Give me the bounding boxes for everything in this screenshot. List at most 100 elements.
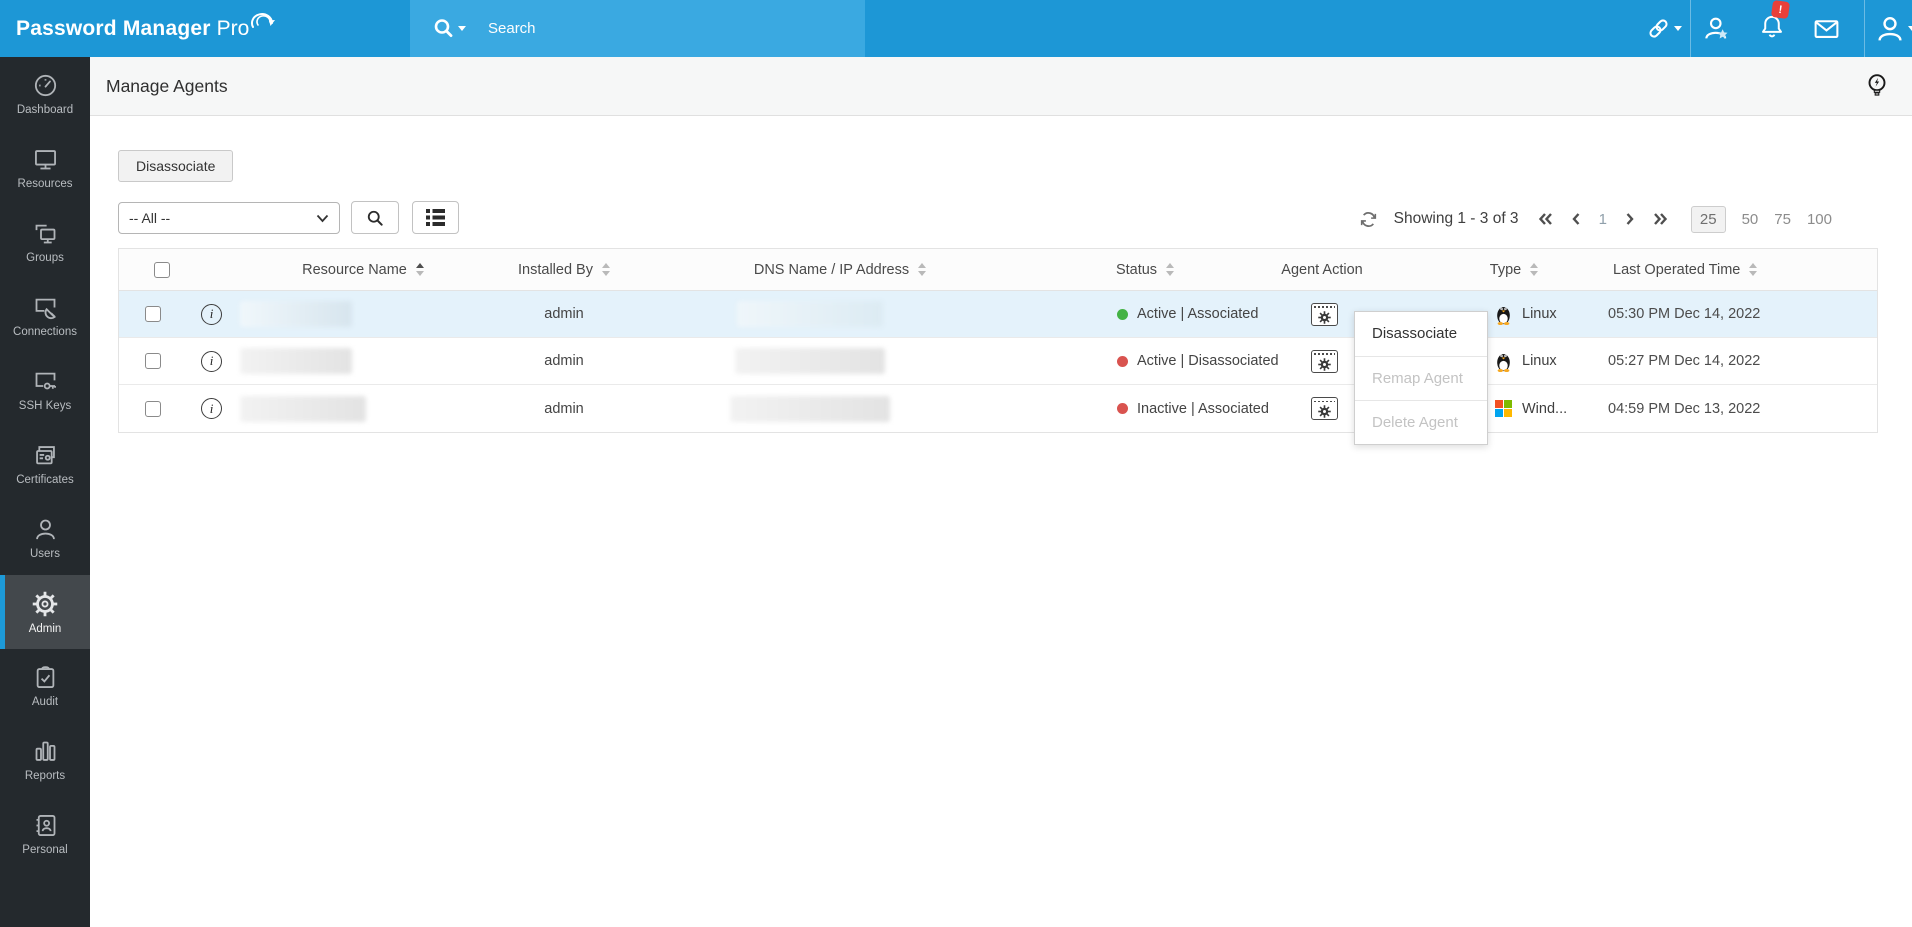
page-size-50[interactable]: 50 <box>1742 211 1759 228</box>
last-operated-cell: 05:30 PM Dec 14, 2022 <box>1608 306 1761 322</box>
sidebar-item-audit[interactable]: Audit <box>0 649 90 723</box>
sort-icon[interactable] <box>415 263 424 276</box>
gear-icon <box>1317 405 1331 418</box>
search-icon <box>367 210 383 226</box>
type-cell: Linux <box>1522 353 1557 369</box>
current-page-number[interactable]: 1 <box>1599 211 1607 228</box>
header-installed-by[interactable]: Installed By <box>459 262 669 278</box>
notifications-bell-icon[interactable]: ! <box>1758 0 1791 57</box>
agent-action-gear-button[interactable] <box>1310 397 1338 420</box>
sidebar-item-label: Groups <box>26 252 64 264</box>
sidebar-item-resources[interactable]: Resources <box>0 131 90 205</box>
info-icon[interactable]: i <box>201 350 222 372</box>
page-size-100[interactable]: 100 <box>1807 211 1832 228</box>
list-icon <box>426 209 445 226</box>
status-dot <box>1117 403 1128 414</box>
quick-link-caret-icon <box>1674 26 1682 31</box>
select-all-checkbox[interactable] <box>154 261 170 278</box>
search-scope-icon[interactable] <box>432 17 466 41</box>
sort-icon[interactable] <box>1749 263 1758 276</box>
menu-item-delete-agent: Delete Agent <box>1355 400 1487 444</box>
header-dns[interactable]: DNS Name / IP Address <box>669 262 1011 278</box>
installed-by-cell: admin <box>544 306 584 322</box>
sidebar-item-label: Connections <box>13 326 77 338</box>
header-resource-name[interactable]: Resource Name <box>179 262 459 278</box>
header-last-operated-time[interactable]: Last Operated Time <box>1589 262 1879 278</box>
personal-icon <box>36 815 55 836</box>
table-row[interactable]: i admin Inactive | Associated Wind... 04… <box>119 385 1877 432</box>
sidebar-item-connections[interactable]: Connections <box>0 279 90 353</box>
sort-icon[interactable] <box>918 263 927 276</box>
agent-action-gear-button[interactable] <box>1310 302 1338 326</box>
header-status[interactable]: Status <box>1011 262 1279 278</box>
sidebar-item-label: SSH Keys <box>18 400 72 412</box>
first-page-icon[interactable] <box>1538 212 1553 226</box>
installed-by-cell: admin <box>544 353 584 369</box>
sidebar-item-users[interactable]: Users <box>0 501 90 575</box>
agents-table: Resource Name Installed By DNS Name / IP… <box>118 248 1878 433</box>
windows-logo-icon <box>1495 400 1512 417</box>
chevron-down-icon <box>316 214 329 222</box>
filter-dropdown[interactable]: -- All -- <box>118 202 340 234</box>
menu-item-remap-agent: Remap Agent <box>1355 356 1487 400</box>
header-type[interactable]: Type <box>1409 262 1589 278</box>
sidebar-item-certificates[interactable]: Certificates <box>0 427 90 501</box>
sidebar-item-label: Audit <box>31 696 59 708</box>
table-row[interactable]: i admin Active | Associated Linux 05:30 … <box>119 291 1877 338</box>
header-agent-action: Agent Action <box>1281 261 1363 278</box>
sidebar-item-label: Dashboard <box>16 104 74 116</box>
app-logo[interactable]: Password Manager Pro <box>16 0 276 57</box>
sidebar-item-reports[interactable]: Reports <box>0 723 90 797</box>
prev-page-icon[interactable] <box>1571 212 1581 226</box>
menu-item-disassociate[interactable]: Disassociate <box>1355 312 1487 356</box>
sidebar-nav: Dashboard Resources Groups Connections S… <box>0 57 90 927</box>
type-cell: Linux <box>1522 306 1557 322</box>
last-operated-cell: 04:59 PM Dec 13, 2022 <box>1608 400 1761 417</box>
mail-icon[interactable] <box>1812 0 1841 57</box>
next-page-icon[interactable] <box>1625 212 1635 226</box>
filter-value: -- All -- <box>129 210 171 226</box>
sidebar-item-ssh-keys[interactable]: SSH Keys <box>0 353 90 427</box>
linux-tux-icon <box>1497 306 1510 325</box>
sort-icon[interactable] <box>601 263 610 276</box>
row-checkbox[interactable] <box>145 306 161 322</box>
resource-name-redacted <box>240 301 352 327</box>
audit-icon <box>36 666 54 688</box>
sidebar-item-admin[interactable]: Admin <box>0 575 90 649</box>
sidebar-item-personal[interactable]: Personal <box>0 797 90 871</box>
page-header: Manage Agents <box>90 57 1912 116</box>
logo-suffix: Pro <box>216 16 250 40</box>
sidebar-item-dashboard[interactable]: Dashboard <box>0 57 90 131</box>
resource-name-redacted <box>240 348 352 374</box>
favorites-user-icon[interactable] <box>1702 0 1732 57</box>
sidebar-item-label: Certificates <box>16 474 74 486</box>
sidebar-item-groups[interactable]: Groups <box>0 205 90 279</box>
info-icon[interactable]: i <box>201 398 222 419</box>
refresh-icon[interactable] <box>1358 209 1379 230</box>
agent-action-context-menu: Disassociate Remap Agent Delete Agent <box>1354 311 1488 445</box>
search-button[interactable] <box>351 201 399 234</box>
info-icon[interactable]: i <box>201 303 222 325</box>
agent-action-gear-button[interactable] <box>1310 349 1338 373</box>
global-search[interactable]: Search <box>410 0 865 57</box>
pagination: Showing 1 - 3 of 3 1 25 50 75 100 <box>1358 203 1832 235</box>
help-bulb-icon[interactable] <box>1864 72 1890 102</box>
quick-link-icon[interactable] <box>1645 0 1682 57</box>
last-page-icon[interactable] <box>1653 212 1668 226</box>
table-row[interactable]: i admin Active | Disassociated Linux 05:… <box>119 338 1877 385</box>
topbar-divider <box>1690 0 1691 57</box>
profile-user-icon[interactable] <box>1874 0 1912 57</box>
row-checkbox[interactable] <box>145 353 161 369</box>
admin-gear-icon <box>32 591 58 616</box>
page-size-75[interactable]: 75 <box>1774 211 1791 228</box>
status-cell: Active | Disassociated <box>1011 353 1279 369</box>
sort-icon[interactable] <box>1530 263 1539 276</box>
search-input[interactable]: Search <box>488 20 536 37</box>
column-chooser-button[interactable] <box>412 201 459 234</box>
gear-icon <box>1317 357 1331 371</box>
notification-badge: ! <box>1770 0 1791 20</box>
row-checkbox[interactable] <box>145 400 161 417</box>
disassociate-button[interactable]: Disassociate <box>118 150 234 182</box>
sort-icon[interactable] <box>1166 263 1175 276</box>
page-size-25[interactable]: 25 <box>1690 205 1726 233</box>
